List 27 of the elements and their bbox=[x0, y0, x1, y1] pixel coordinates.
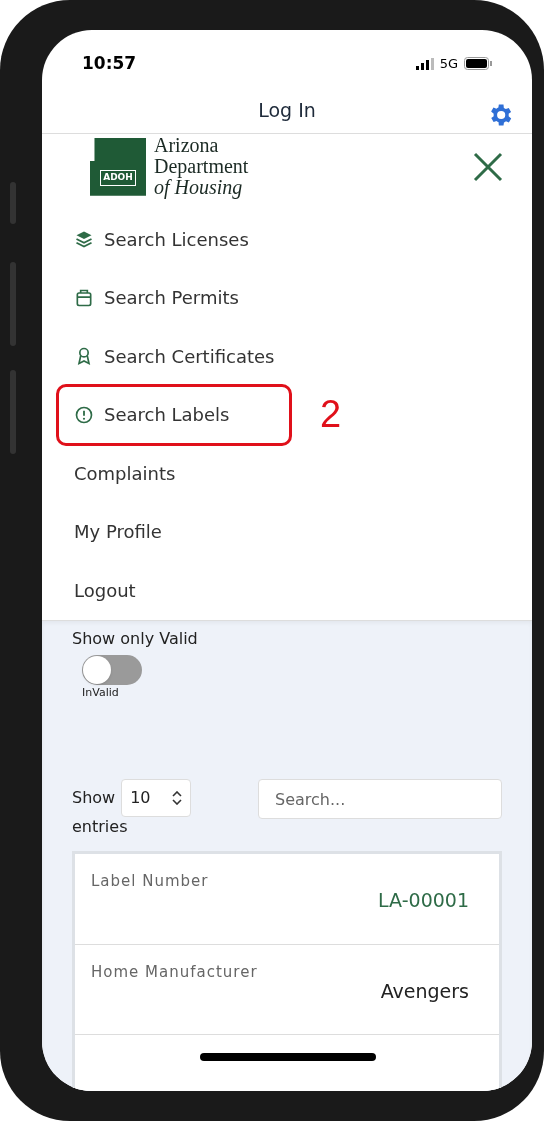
clipboard-icon bbox=[74, 287, 94, 308]
sort-caret-icon bbox=[172, 791, 183, 805]
logo-emblem: ADOH bbox=[90, 137, 146, 196]
logo-text: of Housing bbox=[154, 177, 243, 199]
entries-label: entries bbox=[72, 816, 129, 838]
label-number-link[interactable]: LA-00001 bbox=[378, 886, 469, 915]
annotation-number: 2 bbox=[320, 392, 342, 438]
close-icon[interactable] bbox=[472, 150, 504, 183]
menu-item[interactable]: Search Labels bbox=[56, 383, 292, 446]
header-title: Log In bbox=[258, 97, 316, 123]
field-label: Label Number bbox=[91, 871, 209, 892]
show-label: Show bbox=[72, 787, 116, 809]
network-label: 5G bbox=[439, 55, 458, 74]
toggle-caption: InValid bbox=[82, 684, 119, 701]
alert-circle-icon bbox=[74, 404, 94, 425]
status-time: 10:57 bbox=[82, 52, 137, 76]
page-size-select[interactable]: 10 bbox=[121, 779, 192, 817]
battery-icon bbox=[464, 57, 492, 71]
layers-icon bbox=[74, 229, 94, 250]
signal-icon bbox=[415, 57, 434, 70]
search-field[interactable]: Search... bbox=[258, 779, 502, 819]
field-label: Home Manufacturer bbox=[91, 962, 258, 983]
field-value: Avengers bbox=[380, 979, 469, 1004]
filter-label: Show only Valid bbox=[72, 627, 199, 650]
logo-text: Arizona bbox=[154, 135, 220, 157]
toggle-switch[interactable] bbox=[82, 654, 142, 685]
logo-text: Department bbox=[154, 156, 249, 178]
